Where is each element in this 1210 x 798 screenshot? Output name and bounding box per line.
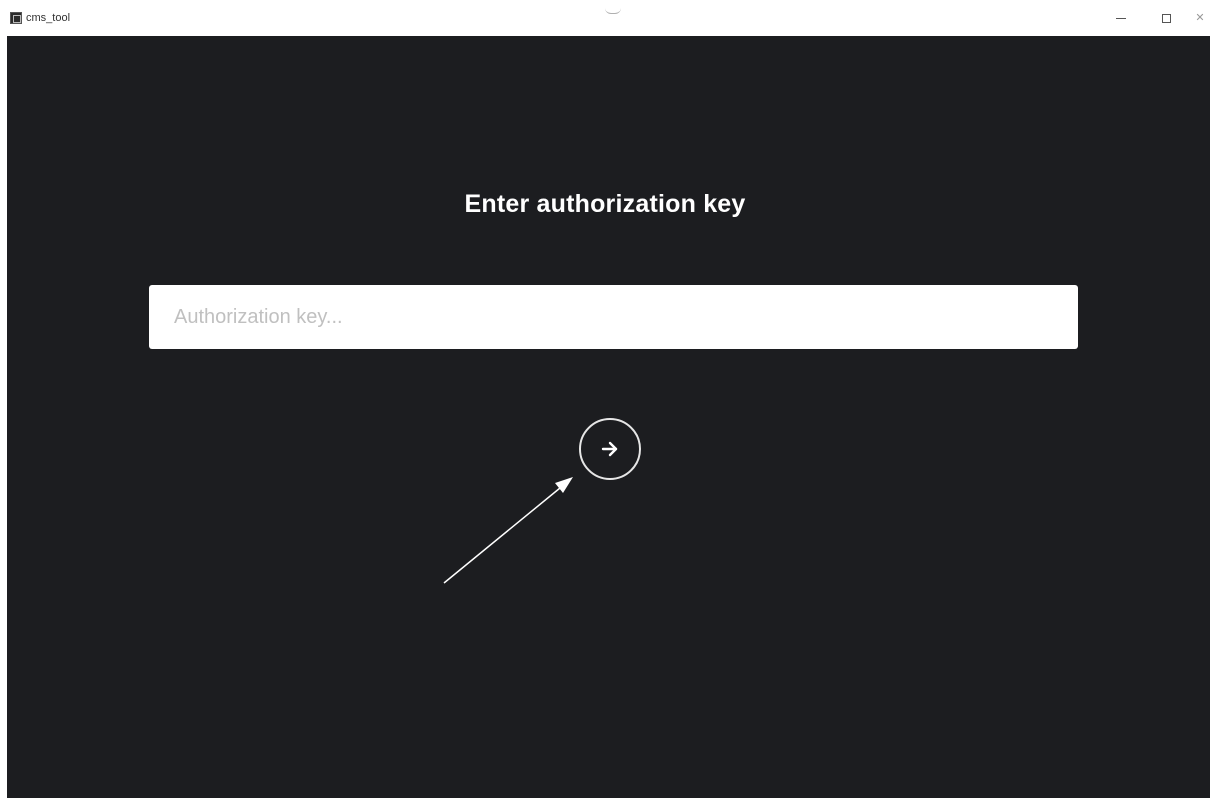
arrow-right-icon bbox=[601, 441, 618, 457]
title-bar[interactable]: cms_tool ✕ bbox=[0, 0, 1210, 36]
page-title: Enter authorization key bbox=[464, 190, 746, 218]
annotation-arrow bbox=[443, 477, 573, 584]
app-icon bbox=[10, 12, 22, 24]
submit-button[interactable] bbox=[579, 418, 641, 480]
window-title: cms_tool bbox=[26, 12, 71, 24]
maximize-button[interactable] bbox=[1146, 0, 1186, 36]
drag-handle-icon bbox=[605, 6, 621, 14]
minimize-button[interactable] bbox=[1101, 0, 1141, 36]
app-window: cms_tool ✕ Enter authorization key bbox=[0, 0, 1210, 798]
minimize-icon bbox=[1116, 17, 1126, 19]
main-panel: Enter authorization key bbox=[7, 36, 1210, 798]
maximize-icon bbox=[1161, 13, 1171, 23]
close-icon: ✕ bbox=[1195, 11, 1205, 24]
authorization-key-input[interactable] bbox=[149, 285, 1078, 349]
close-button[interactable]: ✕ bbox=[1190, 0, 1210, 36]
